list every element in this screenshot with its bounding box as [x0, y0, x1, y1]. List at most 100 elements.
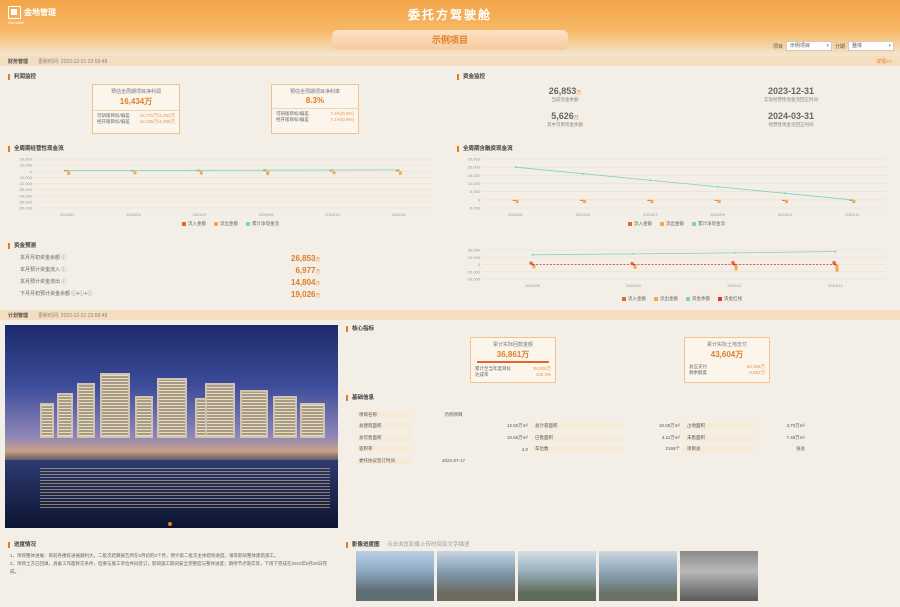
bar: [650, 199, 654, 204]
y-tick-label: -10,000: [18, 175, 32, 180]
carousel-dot[interactable]: [168, 522, 172, 526]
fund-unit: 万: [315, 281, 321, 286]
y-tick-label: -5,000: [469, 206, 481, 211]
core-land-label: 累计实际土地支付: [706, 342, 747, 348]
info-label: 未售面积: [684, 434, 754, 441]
progress-image[interactable]: [599, 551, 677, 601]
series-point: [265, 169, 268, 172]
capital-item: 5,626万 其中可用资金余额: [520, 111, 610, 128]
bar: [332, 171, 336, 175]
building-shape: [157, 378, 187, 438]
capital-item: 2023-12-31 实现经营性现金流回正时间: [736, 86, 846, 103]
bar: [398, 171, 402, 175]
info-value: 3.70万m²: [786, 423, 805, 429]
fund-label: 下月月初预计资金余额 ⓘ+ⓘ+ⓘ: [20, 291, 93, 297]
info-value: 示例项目: [444, 411, 463, 417]
progress-image[interactable]: [680, 551, 758, 601]
plan-section-bar: 计划管理 更新时间: 2023-12-31 23:59:48: [0, 310, 900, 320]
building-shape: [240, 390, 268, 438]
series-point: [834, 250, 837, 253]
building-shape: [100, 373, 130, 438]
project-label: 项目: [772, 43, 783, 50]
building-shape: [273, 396, 297, 438]
capital-unit: 万: [573, 115, 579, 121]
fund-unit: 万: [315, 257, 321, 262]
y-tick-label: -60,000: [18, 206, 32, 211]
y-tick-label: 25,000: [468, 157, 481, 162]
info-label: 总可售面积: [356, 434, 412, 441]
series-point: [632, 263, 635, 266]
y-tick-label: -30,000: [18, 187, 32, 192]
y-tick-label: 10,000: [20, 163, 33, 168]
fund-value: 14,804: [291, 278, 316, 287]
info-label: 占地面积: [684, 423, 754, 430]
progress-line: 1、项目整体进展：目前各楼栋进展顺利大，二批次结算报告所在6月初的2个月，预计第…: [10, 553, 279, 558]
profit-net-box: 预估全周期项目净利润 16,434万 可研版目标/偏差 12,772万/4,263…: [92, 84, 180, 134]
project-select[interactable]: 示例项目: [785, 41, 832, 51]
building-shape: [77, 383, 95, 438]
series-point: [632, 252, 635, 255]
series-point: [66, 169, 69, 172]
capital-value: 5,626: [551, 111, 574, 121]
period-select[interactable]: 整体: [848, 41, 894, 51]
x-tick-label: 2023/10: [626, 283, 641, 288]
capital-value: 2023-12-31: [767, 86, 815, 96]
project-photo[interactable]: [5, 325, 338, 528]
fund-row: 本月预计资金流出 ⓘ 14,804万: [20, 278, 320, 287]
y-tick-label: 0: [478, 197, 481, 202]
bar: [580, 199, 583, 201]
legend-outflow: 流出金额: [220, 221, 238, 226]
finance-section-title: 财务管理: [8, 58, 29, 65]
x-tick-label: 2024/07: [643, 212, 658, 217]
progress-line: 2、项目土方已回填，具备工作面移交条件，但要与施工单位共同签订，影响施工期间安全…: [10, 561, 328, 574]
series-line: [532, 251, 836, 256]
capital-item: 26,853万 当前资金余额: [520, 86, 610, 103]
legend-inflow: 流入金额: [634, 221, 652, 226]
fund-value: 6,977: [295, 266, 316, 275]
x-tick-label: 2023/12: [828, 283, 843, 288]
selectors: 项目 示例项目 分期 整体: [773, 41, 894, 51]
app-title: 委托方驾驶舱: [407, 8, 492, 22]
progress-image[interactable]: [356, 551, 434, 601]
y-tick-label: -20,000: [18, 181, 32, 186]
y-tick-label: 0: [30, 169, 33, 174]
series-point: [851, 198, 854, 201]
series-point: [834, 263, 837, 266]
bar: [512, 199, 516, 201]
finance-more-link[interactable]: 详情>>: [876, 58, 892, 65]
info-label: 已售面积: [532, 434, 622, 441]
series-line: [67, 169, 399, 172]
progress-image[interactable]: [437, 551, 515, 601]
fund-value: 26,853: [291, 254, 316, 263]
y-tick-label: -50,000: [18, 199, 32, 204]
series-point: [733, 263, 736, 266]
info-row: 项目名称 示例项目: [356, 409, 846, 421]
capital-title: 资金监控: [457, 74, 485, 80]
info-label: 委托协议签订时间: [356, 457, 412, 464]
building-shape: [40, 403, 54, 438]
info-value: 2022-07-17: [441, 458, 466, 464]
progress-image[interactable]: [518, 551, 596, 601]
profit-rate-value: 8.3%: [305, 96, 325, 105]
building-shape: [205, 383, 235, 438]
bar: [714, 199, 718, 201]
fund-forecast-legend: 流入金额 流出金额 资金余额 资金红线: [622, 296, 742, 302]
core-title: 核心指标: [346, 326, 374, 332]
capital-label: 实现经营性现金流回正时间: [764, 97, 818, 102]
fund-label: 本月月初资金余额 ⓘ: [20, 255, 67, 261]
series-point: [733, 251, 736, 254]
series-point: [649, 179, 652, 182]
bar: [199, 171, 203, 175]
series-point: [716, 185, 719, 188]
building-shape: [300, 403, 325, 438]
x-tick-label: 2024/04: [576, 212, 591, 217]
profit-net-label: 预估全周期项目净利润: [110, 89, 161, 95]
x-tick-label: 2023/08: [525, 283, 540, 288]
info-label: 容积率: [356, 446, 412, 453]
legend-outflow: 流出金额: [666, 221, 684, 226]
info-value: 10.00万m²: [658, 423, 680, 429]
total-cashflow-title: 全周期含融资现金流: [457, 146, 513, 152]
y-tick-label: 20,000: [20, 157, 33, 162]
bar: [782, 199, 785, 201]
legend-inflow: 流入金额: [628, 296, 646, 301]
